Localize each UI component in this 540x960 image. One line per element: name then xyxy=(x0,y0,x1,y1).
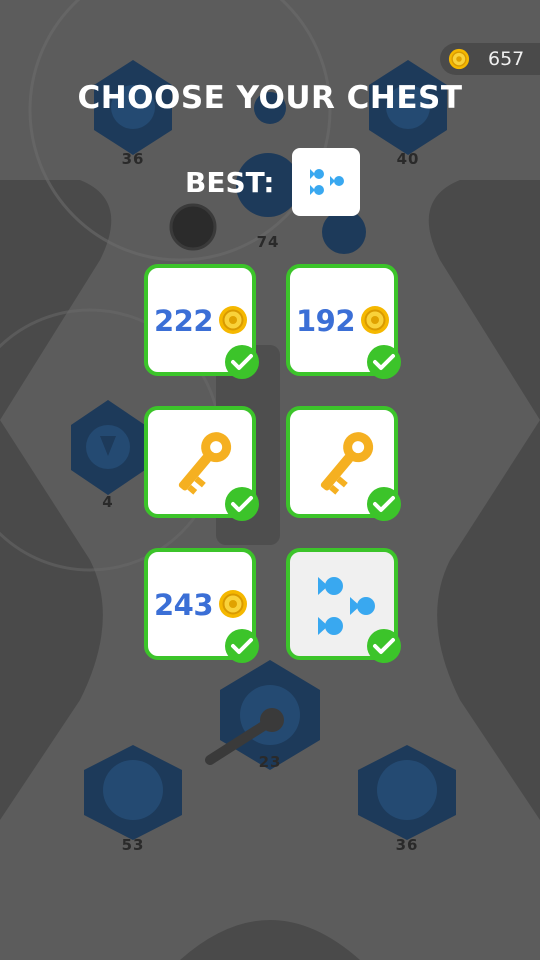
chest-card-1[interactable]: 222 xyxy=(144,264,259,379)
background-scene xyxy=(0,0,540,960)
hex-label-7: 36 xyxy=(395,836,419,854)
check-icon xyxy=(225,345,259,379)
hex-label-6: 53 xyxy=(121,836,145,854)
coin-icon xyxy=(361,306,389,334)
hex-label-5: 23 xyxy=(258,753,282,771)
chest-amount: 243 xyxy=(154,588,214,622)
chest-card-5[interactable]: 243 xyxy=(144,548,259,663)
fish-skin-icon xyxy=(310,169,344,195)
coin-icon xyxy=(448,48,470,70)
chest-amount: 222 xyxy=(154,304,214,338)
coin-icon xyxy=(219,590,247,618)
check-icon xyxy=(367,629,401,663)
page-title: CHOOSE YOUR CHEST xyxy=(77,80,463,116)
coin-count: 657 xyxy=(488,48,525,70)
game-background: 36 40 74 4 23 53 36 xyxy=(0,0,540,960)
coin-counter: 657 xyxy=(440,43,540,75)
chest-amount: 192 xyxy=(296,304,356,338)
check-icon xyxy=(225,487,259,521)
coin-icon xyxy=(219,306,247,334)
chest-card-2[interactable]: 192 xyxy=(286,264,401,379)
check-icon xyxy=(367,487,401,521)
best-reward-preview xyxy=(292,148,360,216)
chest-card-3[interactable] xyxy=(144,406,259,521)
hex-label-2: 40 xyxy=(396,150,420,168)
chest-card-6[interactable] xyxy=(286,548,401,663)
check-icon xyxy=(367,345,401,379)
check-icon xyxy=(225,629,259,663)
chest-card-4[interactable] xyxy=(286,406,401,521)
best-label: BEST: xyxy=(185,166,275,199)
hex-label-3: 74 xyxy=(256,233,280,251)
hex-label-4: 4 xyxy=(102,493,114,511)
hex-label-1: 36 xyxy=(121,150,145,168)
